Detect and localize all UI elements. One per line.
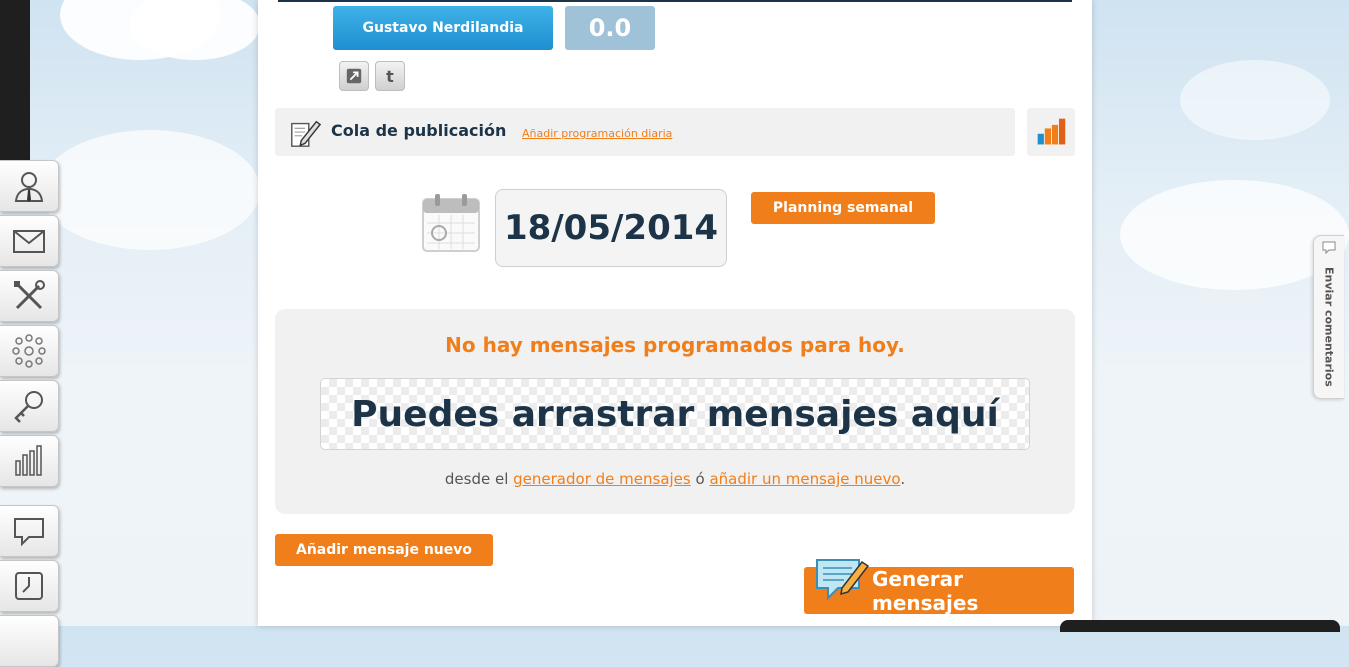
settings-tool-button[interactable] <box>0 270 59 322</box>
main-panel: Gustavo Nerdilandia 0.0 t Cola de public… <box>258 0 1092 626</box>
feedback-label: Enviar comentarios <box>1322 267 1336 387</box>
message-pencil-icon <box>816 559 870 601</box>
share-button[interactable] <box>339 61 369 91</box>
hint-or: ó <box>695 470 705 488</box>
weekly-planning-button[interactable]: Planning semanal <box>751 192 935 224</box>
mail-icon <box>13 230 45 253</box>
comments-tool-button[interactable] <box>0 505 59 557</box>
hint-prefix: desde el <box>444 470 509 488</box>
calendar-icon[interactable] <box>421 193 481 253</box>
twitter-button[interactable]: t <box>375 61 405 91</box>
feedback-tab[interactable]: Enviar comentarios <box>1313 235 1344 399</box>
empty-state-text: No hay mensajes programados para hoy. <box>445 333 905 357</box>
publication-queue-bar: Cola de publicación Añadir programación … <box>275 108 1015 156</box>
bottom-dark-bar <box>1060 620 1340 632</box>
bar-chart-icon <box>1037 118 1066 145</box>
cloud-decoration <box>1180 60 1330 140</box>
add-new-message-link[interactable]: añadir un mensaje nuevo <box>709 470 900 488</box>
add-message-hint: desde el generador de mensajes ó añadir … <box>275 470 1075 488</box>
edit-document-icon <box>291 120 322 147</box>
clock-icon <box>15 572 43 600</box>
share-icon <box>346 68 362 84</box>
scheduled-messages-area: No hay mensajes programados para hoy. Pu… <box>275 309 1075 514</box>
left-dark-strip <box>0 0 30 160</box>
generate-messages-label: Generar mensajes <box>872 566 979 615</box>
stats-button[interactable] <box>1027 108 1075 156</box>
twitter-icon: t <box>386 66 394 86</box>
user-name-button[interactable]: Gustavo Nerdilandia <box>333 6 553 50</box>
message-generator-link[interactable]: generador de mensajes <box>513 470 691 488</box>
keys-tool-button[interactable] <box>0 380 59 432</box>
key-icon <box>14 391 43 423</box>
more-tool-button[interactable] <box>0 615 59 667</box>
cloud-decoration <box>40 130 260 250</box>
queue-title: Cola de publicación <box>331 121 507 140</box>
messages-tool-button[interactable] <box>0 215 59 267</box>
stats-icon <box>15 445 42 476</box>
chat-icon <box>14 518 44 547</box>
user-icon <box>14 172 44 202</box>
schedule-tool-button[interactable] <box>0 560 59 612</box>
message-drop-zone[interactable]: Puedes arrastrar mensajes aquí <box>320 378 1030 450</box>
current-date[interactable]: 18/05/2014 <box>495 189 727 267</box>
hint-suffix: . <box>900 470 906 488</box>
network-tool-button[interactable] <box>0 325 59 377</box>
tools-icon <box>14 280 45 310</box>
profile-tool-button[interactable] <box>0 160 59 212</box>
speech-bubble-icon <box>1322 241 1336 255</box>
score-badge: 0.0 <box>565 6 655 50</box>
network-icon <box>12 334 46 368</box>
add-new-message-button[interactable]: Añadir mensaje nuevo <box>275 534 493 566</box>
top-divider <box>278 0 1072 2</box>
stats-tool-button[interactable] <box>0 435 59 487</box>
add-daily-schedule-link[interactable]: Añadir programación diaria <box>522 127 672 140</box>
